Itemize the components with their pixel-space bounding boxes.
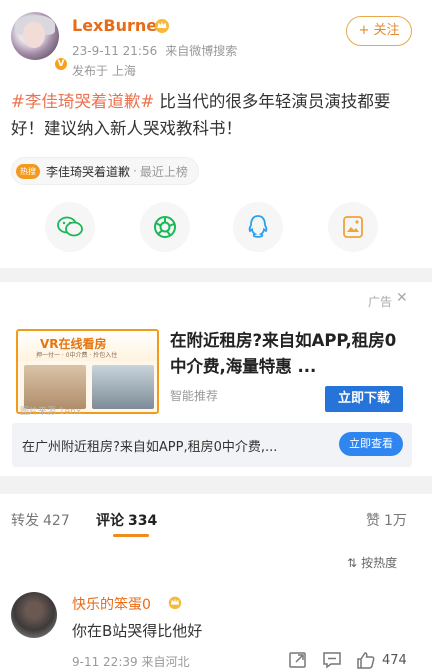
post-location: 发布于 上海 [72,64,136,78]
commenter-name[interactable]: 快乐的笨蛋0 [72,594,151,614]
tab-count: 334 [128,513,158,529]
tab-label: 赞 [366,513,380,529]
crown-icon [155,19,169,33]
tab-likes[interactable]: 赞 1万 [366,510,407,530]
ad-download-button[interactable]: 立即下载 [325,386,403,412]
sort-label: 按热度 [361,556,398,570]
comment-meta: 9-11 22:39 来自河北 [72,655,190,669]
like-icon[interactable] [356,651,376,669]
comment-actions: 474 [288,650,407,670]
qq-share-button[interactable] [233,202,283,252]
tab-label: 评论 [96,513,124,529]
ad-source: 智能推荐 [170,389,219,403]
save-icon [343,216,363,238]
crown-icon [168,596,182,610]
moments-icon [154,216,176,238]
interaction-tabs: 转发 427 评论 334 赞 1万 [0,494,432,544]
author-avatar[interactable]: V [11,12,69,72]
ad-image[interactable]: VR在线看房 押一付一 · 0中介费 · 拎包入住 [16,329,159,414]
sort-icon: ⇅ [347,556,358,570]
topic-link[interactable]: #李佳琦哭着道歉# [11,92,154,111]
tab-count: 427 [43,513,70,529]
post-card: V LexBurner 23-9-11 21:56 来自微博搜索 发布于 上海 +… [0,0,432,268]
ad-banner[interactable]: 在广州附近租房?来自如APP,租房0中介费,... 立即查看 [12,423,412,467]
follow-button[interactable]: + 关注 [346,16,412,46]
ad-view-button[interactable]: 立即查看 [339,432,403,456]
qq-icon [248,215,268,238]
post-timestamp: 23-9-11 21:56 [72,44,158,58]
share-icon[interactable] [288,651,308,669]
post-source: 来自微博搜索 [165,44,238,58]
post-meta: 23-9-11 21:56 来自微博搜索 [72,42,237,59]
hot-search-badge: 热搜 [16,163,40,179]
tab-label: 转发 [11,513,39,529]
ad-banner-text: 在广州附近租房?来自如APP,租房0中介费,... [22,440,278,455]
save-share-button[interactable] [328,202,378,252]
ad-image-subtitle: 押一付一 · 0中介费 · 拎包入住 [36,352,118,359]
ad-card[interactable]: 广告 ✕ VR在线看房 押一付一 · 0中介费 · 拎包入住 图片来源 1enx… [0,282,432,476]
moments-share-button[interactable] [140,202,190,252]
chip-separator: · [133,164,137,178]
comment-text: 你在B站哭得比他好 [72,622,203,640]
chip-title: 李佳琦哭着道歉 [46,164,131,179]
ad-label: 广告 [368,295,393,309]
comment-list: ⇅ 按热度 快乐的笨蛋0 你在B站哭得比他好 9-11 22:39 来自河北 47… [0,544,432,672]
comment-like-count: 474 [382,652,407,668]
verified-badge-icon: V [53,56,69,72]
wechat-icon [57,216,83,237]
close-icon[interactable]: ✕ [396,290,408,306]
tab-reposts[interactable]: 转发 427 [11,510,70,530]
share-row [0,202,432,252]
ad-image-caption: 图片来源 1enx [20,407,82,417]
chip-rank: 最近上榜 [139,164,188,179]
sort-button[interactable]: ⇅ 按热度 [347,554,397,571]
tab-count: 1万 [384,513,407,529]
wechat-share-button[interactable] [45,202,95,252]
author-name[interactable]: LexBurner [72,16,165,35]
reply-icon[interactable] [322,651,342,669]
active-tab-indicator [113,534,149,537]
post-body: #李佳琦哭着道歉# 比当代的很多年轻演员演技都要好！建议纳入新人哭戏教科书！ [11,88,416,142]
ad-title[interactable]: 在附近租房?来自如APP,租房0中介费,海量特惠 ... [170,328,410,380]
commenter-avatar[interactable] [11,592,57,638]
hot-topic-chip[interactable]: 热搜 李佳琦哭着道歉 · 最近上榜 [11,157,199,185]
tab-comments[interactable]: 评论 334 [96,510,157,530]
